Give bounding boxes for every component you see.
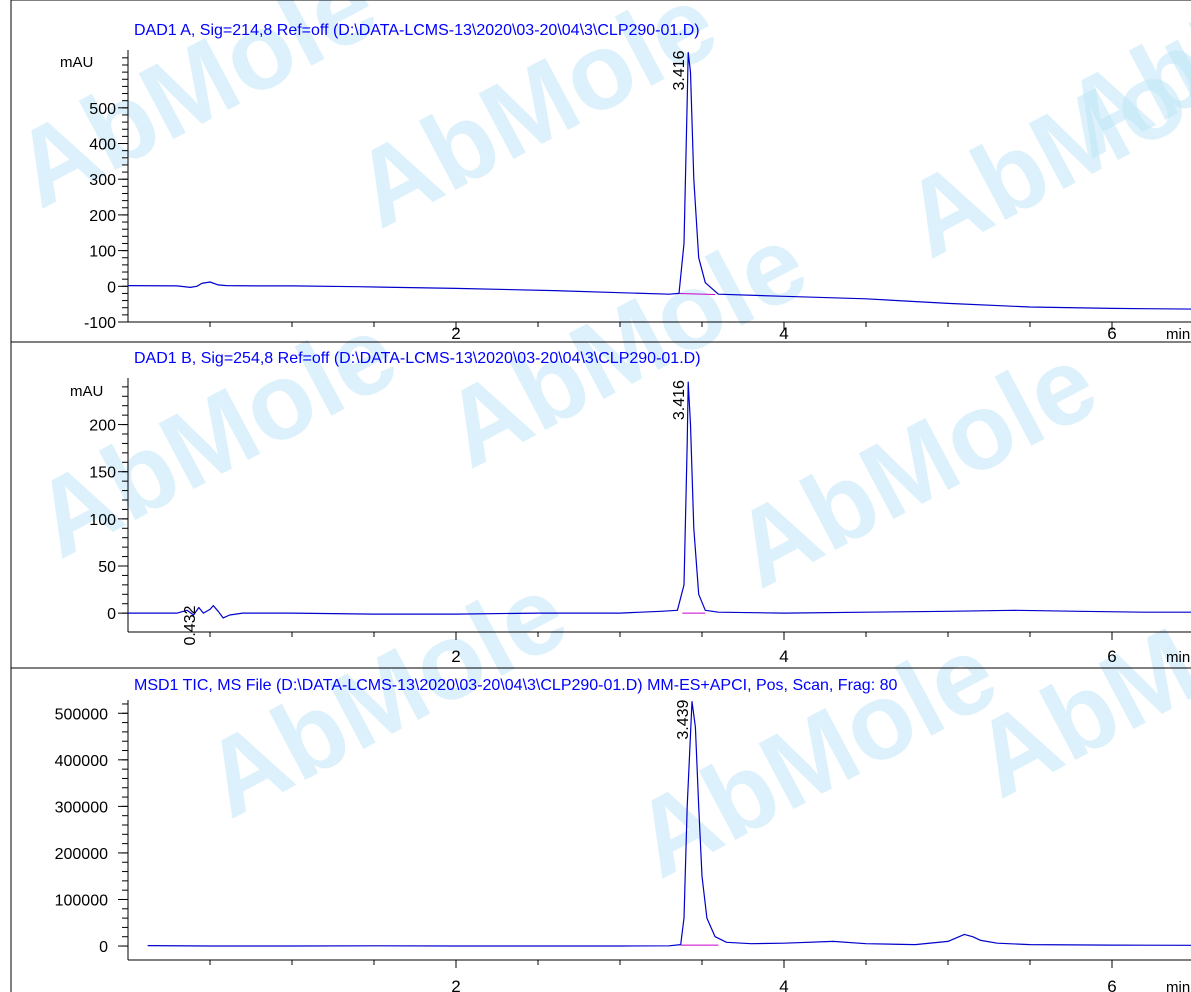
y-tick-label: 300 [89, 172, 116, 189]
y-tick-label: -100 [84, 315, 116, 332]
y-tick-label: 500000 [55, 706, 108, 723]
panel-a-title: DAD1 A, Sig=214,8 Ref=off (D:\DATA-LCMS-… [134, 22, 700, 39]
x-tick-label: 6 [1107, 647, 1116, 666]
watermark-layer: AbMoleAbMole AbMoleAbMole AbMoleAbMoleAbMo… [0, 0, 1191, 900]
watermark-text: AbMole [424, 200, 825, 490]
y-tick-label: 400 [89, 137, 116, 154]
panel-c-title: MSD1 TIC, MS File (D:\DATA-LCMS-13\2020\… [134, 677, 897, 694]
panel-b-title: DAD1 B, Sig=254,8 Ref=off (D:\DATA-LCMS-… [134, 350, 701, 367]
y-tick-label: 0 [99, 939, 108, 956]
y-tick-label: 0 [107, 606, 116, 623]
watermark-text: AbMole [184, 550, 585, 840]
peak-rt-label: 0.432 [182, 605, 199, 645]
x-tick-label: 2 [451, 647, 460, 666]
y-tick-label: 150 [89, 465, 116, 482]
watermark-text: AbMole [14, 290, 415, 580]
peak-rt-label: 3.416 [671, 50, 688, 90]
y-tick-label: 400000 [55, 753, 108, 770]
watermark-text: AbMole [714, 320, 1115, 610]
panel-a-ylabel: mAU [60, 54, 93, 71]
x-unit-label: min [1166, 979, 1190, 992]
x-tick-label: 4 [779, 324, 788, 343]
y-tick-label: 0 [107, 279, 116, 296]
y-tick-label: 100 [89, 512, 116, 529]
x-tick-label: 2 [451, 977, 460, 992]
y-tick-label: 500 [89, 101, 116, 118]
x-tick-label: 6 [1107, 324, 1116, 343]
y-tick-label: 200 [89, 208, 116, 225]
peak-rt-label: 3.416 [671, 380, 688, 420]
chromatogram-stack: AbMoleAbMole AbMoleAbMole AbMoleAbMoleAbMo… [0, 0, 1191, 992]
y-tick-label: 100 [89, 244, 116, 261]
x-tick-label: 6 [1107, 977, 1116, 992]
peak-rt-label: 3.439 [675, 699, 692, 739]
x-unit-label: min [1166, 326, 1190, 343]
y-tick-label: 100000 [55, 892, 108, 909]
panel-b-ylabel: mAU [70, 383, 103, 400]
x-unit-label: min [1166, 649, 1190, 666]
x-tick-label: 2 [451, 324, 460, 343]
watermark-text: AbMole [614, 610, 1015, 900]
y-tick-label: 50 [98, 559, 116, 576]
y-tick-label: 200000 [55, 846, 108, 863]
y-tick-label: 300000 [55, 799, 108, 816]
x-tick-label: 4 [779, 647, 788, 666]
x-tick-label: 4 [779, 977, 788, 992]
y-tick-label: 200 [89, 418, 116, 435]
